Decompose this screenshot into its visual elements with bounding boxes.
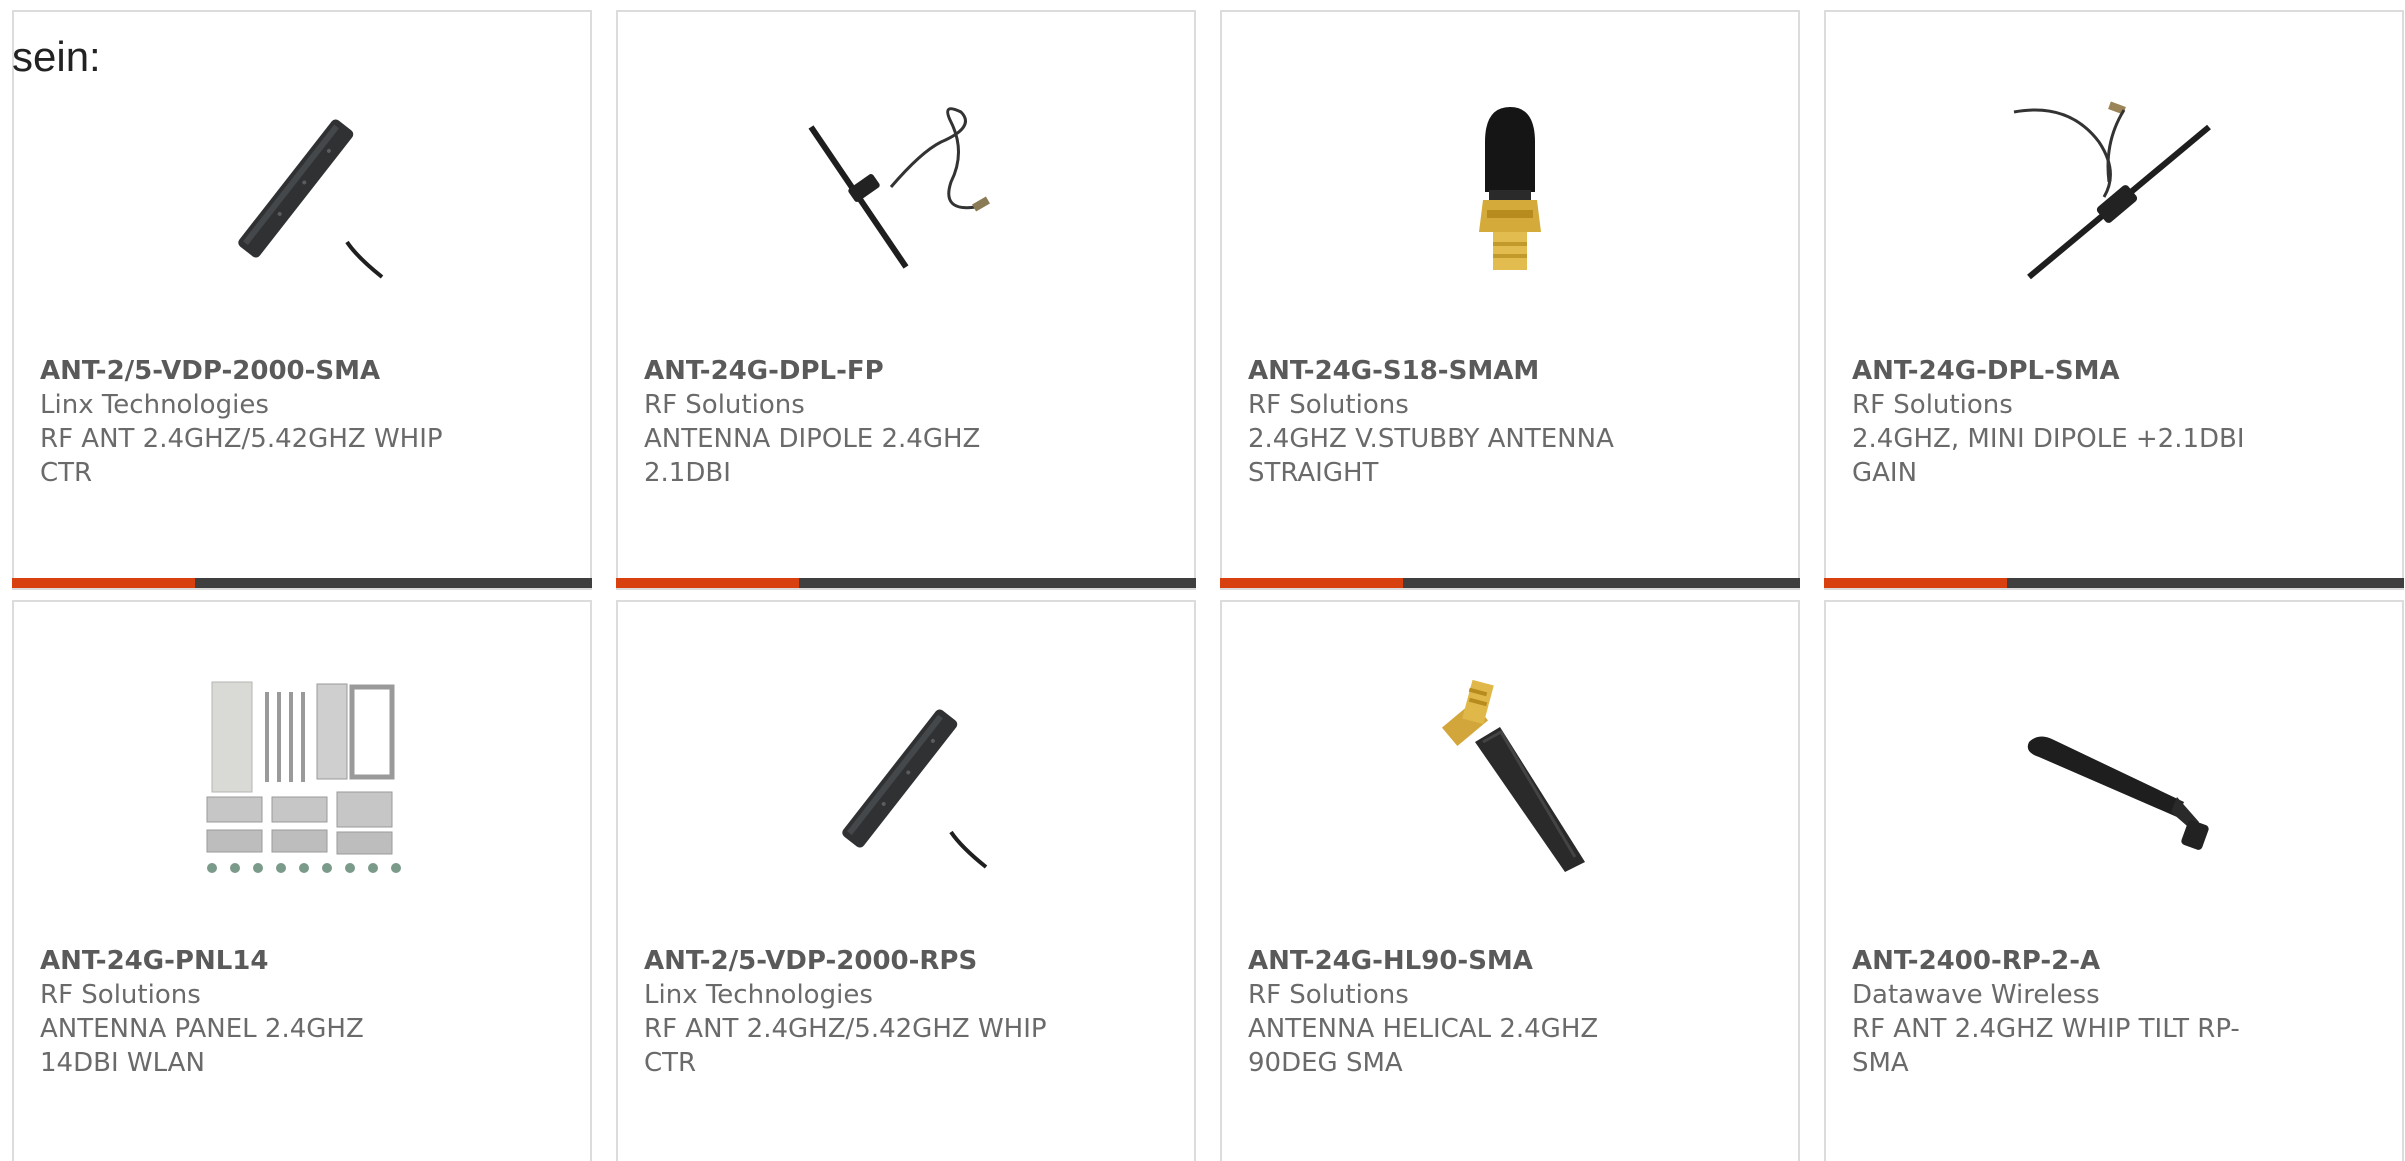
manufacturer: RF Solutions bbox=[644, 390, 805, 420]
product-image[interactable] bbox=[1405, 672, 1615, 882]
card-accent-bar bbox=[616, 578, 799, 588]
product-card[interactable]: ANT-24G-PNL14 RF Solutions ANTENNA PANEL… bbox=[12, 600, 592, 1161]
part-number-link[interactable]: ANT-24G-DPL-FP bbox=[644, 354, 1054, 388]
description: ANTENNA PANEL 2.4GHZ 14DBI WLAN bbox=[40, 1014, 364, 1078]
part-number-link[interactable]: ANT-24G-DPL-SMA bbox=[1852, 354, 2262, 388]
product-text: ANT-24G-DPL-SMA RF Solutions 2.4GHZ, MIN… bbox=[1852, 354, 2262, 490]
manufacturer: RF Solutions bbox=[1248, 390, 1409, 420]
product-text: ANT-2/5-VDP-2000-SMA Linx Technologies R… bbox=[40, 354, 450, 490]
description: 2.4GHZ, MINI DIPOLE +2.1DBI GAIN bbox=[1852, 424, 2245, 488]
helical-antenna-90-degree-icon bbox=[1441, 679, 1585, 872]
product-card[interactable]: ANT-24G-DPL-SMA RF Solutions 2.4GHZ, MIN… bbox=[1824, 10, 2404, 590]
intro-text: sein: bbox=[12, 33, 101, 80]
product-image[interactable] bbox=[801, 82, 1011, 292]
part-number-link[interactable]: ANT-24G-PNL14 bbox=[40, 944, 450, 978]
manufacturer: Linx Technologies bbox=[644, 980, 873, 1010]
description: ANTENNA HELICAL 2.4GHZ 90DEG SMA bbox=[1248, 1014, 1599, 1078]
product-image[interactable] bbox=[801, 672, 1011, 882]
product-image[interactable] bbox=[197, 82, 407, 292]
product-card[interactable]: ANT-2400-RP-2-A Datawave Wireless RF ANT… bbox=[1824, 600, 2404, 1161]
part-number-link[interactable]: ANT-24G-S18-SMAM bbox=[1248, 354, 1658, 388]
manufacturer: Linx Technologies bbox=[40, 390, 269, 420]
description: 2.4GHZ V.STUBBY ANTENNA STRAIGHT bbox=[1248, 424, 1614, 488]
product-image[interactable] bbox=[1405, 82, 1615, 292]
flat-black-vertical-dipole-antenna-icon bbox=[238, 119, 384, 279]
card-footer-bar bbox=[616, 578, 1196, 588]
product-text: ANT-24G-S18-SMAM RF Solutions 2.4GHZ V.S… bbox=[1248, 354, 1658, 490]
card-accent-bar bbox=[1824, 578, 2007, 588]
manufacturer: RF Solutions bbox=[40, 980, 201, 1010]
product-card[interactable]: ANT-24G-HL90-SMA RF Solutions ANTENNA HE… bbox=[1220, 600, 1800, 1161]
manufacturer: Datawave Wireless bbox=[1852, 980, 2100, 1010]
part-number-link[interactable]: ANT-2400-RP-2-A bbox=[1852, 944, 2262, 978]
card-footer-bar bbox=[1220, 578, 1800, 588]
product-card[interactable]: ANT-24G-DPL-FP RF Solutions ANTENNA DIPO… bbox=[616, 10, 1196, 590]
description: ANTENNA DIPOLE 2.4GHZ 2.1DBI bbox=[644, 424, 981, 488]
stubby-antenna-brass-sma-icon bbox=[1479, 107, 1541, 270]
card-footer-bar bbox=[1824, 578, 2404, 588]
panel-antenna-with-mounting-kit-icon bbox=[206, 681, 401, 873]
description: RF ANT 2.4GHZ/5.42GHZ WHIP CTR bbox=[40, 424, 443, 488]
whip-tilt-antenna-icon bbox=[2027, 736, 2209, 850]
product-text: ANT-24G-HL90-SMA RF Solutions ANTENNA HE… bbox=[1248, 944, 1658, 1080]
mini-dipole-antenna-with-cable-icon bbox=[2013, 101, 2211, 280]
product-card[interactable]: ANT-2/5-VDP-2000-SMA Linx Technologies R… bbox=[12, 10, 592, 590]
card-accent-bar bbox=[1220, 578, 1403, 588]
product-card[interactable]: ANT-2/5-VDP-2000-RPS Linx Technologies R… bbox=[616, 600, 1196, 1161]
product-card[interactable]: ANT-24G-S18-SMAM RF Solutions 2.4GHZ V.S… bbox=[1220, 10, 1800, 590]
product-grid: ANT-2/5-VDP-2000-SMA Linx Technologies R… bbox=[12, 10, 2404, 1161]
product-text: ANT-2/5-VDP-2000-RPS Linx Technologies R… bbox=[644, 944, 1054, 1080]
part-number-link[interactable]: ANT-2/5-VDP-2000-RPS bbox=[644, 944, 1054, 978]
dipole-antenna-with-cable-icon bbox=[808, 107, 990, 269]
manufacturer: RF Solutions bbox=[1852, 390, 2013, 420]
manufacturer: RF Solutions bbox=[1248, 980, 1409, 1010]
product-image[interactable] bbox=[2009, 82, 2219, 292]
description: RF ANT 2.4GHZ/5.42GHZ WHIP CTR bbox=[644, 1014, 1047, 1078]
description: RF ANT 2.4GHZ WHIP TILT RP-SMA bbox=[1852, 1014, 2240, 1078]
part-number-link[interactable]: ANT-2/5-VDP-2000-SMA bbox=[40, 354, 450, 388]
card-accent-bar bbox=[12, 578, 195, 588]
product-grid-page: sein: ANT-2/5-VDP-2000-SMA Linx Technolo… bbox=[0, 0, 2405, 1161]
product-image[interactable] bbox=[197, 672, 407, 882]
product-text: ANT-2400-RP-2-A Datawave Wireless RF ANT… bbox=[1852, 944, 2262, 1080]
card-footer-bar bbox=[12, 578, 592, 588]
product-text: ANT-24G-PNL14 RF Solutions ANTENNA PANEL… bbox=[40, 944, 450, 1080]
product-text: ANT-24G-DPL-FP RF Solutions ANTENNA DIPO… bbox=[644, 354, 1054, 490]
product-image[interactable] bbox=[2009, 672, 2219, 882]
part-number-link[interactable]: ANT-24G-HL90-SMA bbox=[1248, 944, 1658, 978]
flat-black-vertical-dipole-antenna-icon bbox=[842, 709, 988, 869]
